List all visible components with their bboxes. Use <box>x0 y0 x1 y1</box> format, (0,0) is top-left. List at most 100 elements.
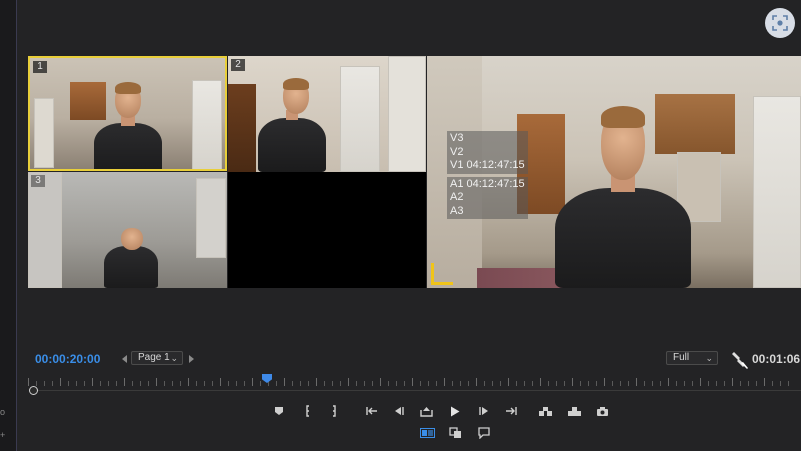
ruler-tick <box>708 381 709 386</box>
settings-button[interactable] <box>729 350 749 375</box>
ruler-tick <box>364 381 365 386</box>
safe-margin-corner-icon <box>431 263 453 285</box>
ruler-tick <box>284 378 285 386</box>
ruler-tick <box>460 381 461 386</box>
ruler-tick <box>324 381 325 386</box>
mark-in-button[interactable] <box>300 403 316 419</box>
page-select-value: Page 1 <box>138 352 170 363</box>
camera-angle-1[interactable]: 1 <box>28 56 227 171</box>
ruler-tick <box>404 381 405 386</box>
ruler-tick <box>468 381 469 386</box>
ruler-tick <box>220 378 221 386</box>
ruler-tick <box>44 381 45 386</box>
ruler-tick <box>140 381 141 386</box>
ruler-tick <box>228 381 229 386</box>
overwrite-icon <box>567 406 581 416</box>
mark-out-button[interactable] <box>326 403 342 419</box>
previous-page-icon[interactable] <box>122 355 127 363</box>
insert-button[interactable] <box>537 403 553 419</box>
time-ruler[interactable] <box>28 376 801 390</box>
ruler-tick <box>52 381 53 386</box>
go-to-out-button[interactable] <box>503 403 519 419</box>
ruler-tick <box>548 381 549 386</box>
ruler-tick <box>500 381 501 386</box>
ruler-tick <box>356 381 357 386</box>
overwrite-button[interactable] <box>566 403 582 419</box>
chevron-down-icon: ⌄ <box>705 353 713 363</box>
side-marker-plus: + <box>0 430 6 440</box>
ruler-tick <box>452 381 453 386</box>
ruler-tick <box>604 378 605 386</box>
go-to-out-icon <box>505 407 517 415</box>
chevron-down-icon: ⌄ <box>170 353 178 363</box>
ruler-tick <box>252 378 253 386</box>
audio-tracks-overlay: A1 04:12:47:15 A2 A3 <box>447 176 528 219</box>
ruler-tick <box>596 381 597 386</box>
comment-button[interactable] <box>476 425 492 441</box>
ruler-tick <box>524 381 525 386</box>
ruler-tick <box>620 381 621 386</box>
track-timecode-overlay: V3 V2 V1 04:12:47:15 A1 04:12:47:15 A2 A… <box>447 131 528 219</box>
ruler-tick <box>756 381 757 386</box>
video-tracks-overlay: V3 V2 V1 04:12:47:15 <box>447 131 528 174</box>
go-to-in-button[interactable] <box>363 403 379 419</box>
ruler-tick <box>76 381 77 386</box>
ruler-tick <box>292 381 293 386</box>
ruler-tick <box>748 381 749 386</box>
ruler-tick <box>724 381 725 386</box>
next-page-icon[interactable] <box>189 355 194 363</box>
ruler-tick <box>108 381 109 386</box>
zoom-scroll-track[interactable] <box>30 390 801 391</box>
ruler-tick <box>532 381 533 386</box>
current-timecode[interactable]: 00:00:20:00 <box>35 352 100 366</box>
add-marker-button[interactable] <box>271 403 287 419</box>
play-button[interactable] <box>447 403 463 419</box>
step-forward-icon <box>478 407 488 415</box>
left-panel-edge: o + <box>0 0 17 451</box>
ruler-tick <box>692 381 693 386</box>
ruler-tick <box>340 381 341 386</box>
ruler-tick <box>124 378 125 386</box>
step-back-button[interactable] <box>390 403 406 419</box>
mark-out-icon <box>333 405 336 417</box>
camera-angle-number: 3 <box>31 175 45 187</box>
ruler-tick <box>212 381 213 386</box>
ruler-tick <box>628 381 629 386</box>
screen-capture-button[interactable] <box>765 8 795 38</box>
ruler-tick <box>740 381 741 386</box>
side-marker-o: o <box>0 407 6 417</box>
ruler-tick <box>516 381 517 386</box>
ruler-tick <box>316 378 317 386</box>
camera-angle-2[interactable]: 2 <box>228 56 426 172</box>
lift-button[interactable] <box>418 403 434 419</box>
comparison-view-icon <box>448 427 461 438</box>
comparison-view-button[interactable] <box>447 425 463 441</box>
add-marker-icon <box>275 407 283 415</box>
ruler-tick <box>668 378 669 386</box>
camera-angle-4[interactable] <box>228 172 426 288</box>
camera-angle-number: 1 <box>33 61 47 73</box>
page-select[interactable]: Page 1 ⌄ <box>131 351 183 365</box>
camera-angle-3[interactable]: 3 <box>28 172 227 288</box>
ruler-tick <box>700 378 701 386</box>
ruler-tick <box>436 381 437 386</box>
ruler-tick <box>132 381 133 386</box>
ruler-tick <box>92 378 93 386</box>
zoom-scroll-handle[interactable] <box>29 386 38 395</box>
ruler-tick <box>716 381 717 386</box>
multicam-toggle-button[interactable] <box>419 425 435 441</box>
overlay-line: V2 <box>450 145 464 158</box>
ruler-tick <box>156 378 157 386</box>
ruler-tick <box>764 378 765 386</box>
playback-resolution-select[interactable]: Full ⌄ <box>666 351 718 365</box>
ruler-tick <box>612 381 613 386</box>
ruler-tick <box>172 381 173 386</box>
overlay-line: V1 04:12:47:15 <box>450 159 525 171</box>
ruler-tick <box>396 381 397 386</box>
step-forward-button[interactable] <box>476 403 492 419</box>
export-frame-button[interactable] <box>594 403 610 419</box>
ruler-tick <box>484 381 485 386</box>
overlay-line: A1 04:12:47:15 <box>450 177 525 190</box>
ruler-tick <box>540 378 541 386</box>
ruler-tick <box>780 381 781 386</box>
